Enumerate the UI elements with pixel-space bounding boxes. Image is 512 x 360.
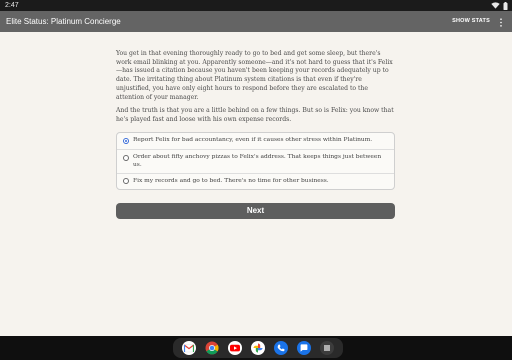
messages-icon[interactable]	[297, 341, 312, 355]
choice-option-report-felix[interactable]: Report Felix for bad accountancy, even i…	[117, 133, 394, 149]
show-stats-button[interactable]: SHOW STATS	[452, 11, 490, 32]
chrome-icon[interactable]	[205, 341, 219, 355]
battery-icon	[503, 1, 508, 10]
app-drawer-icon[interactable]	[320, 341, 335, 355]
youtube-icon[interactable]	[227, 341, 242, 355]
choice-label: Report Felix for bad accountancy, even i…	[133, 137, 373, 143]
story-paragraph: And the truth is that you are a little b…	[116, 107, 394, 123]
wifi-icon	[491, 2, 500, 9]
story-paragraph: You get in that evening thoroughly ready…	[116, 50, 393, 101]
app-bar: Elite Status: Platinum Concierge SHOW ST…	[0, 11, 512, 32]
photos-icon[interactable]	[250, 341, 265, 355]
gmail-icon[interactable]	[181, 341, 196, 355]
status-time: 2:47	[5, 2, 19, 9]
phone-icon[interactable]	[274, 341, 289, 355]
radio-button[interactable]	[123, 178, 129, 185]
navigation-bar	[0, 336, 512, 360]
app-title: Elite Status: Platinum Concierge	[6, 17, 121, 26]
choice-label: Fix my records and go to bed. There's no…	[133, 177, 329, 184]
choice-list: Report Felix for bad accountancy, even i…	[116, 132, 395, 190]
app-dock	[173, 338, 343, 358]
story-text: You get in that evening thoroughly ready…	[116, 50, 395, 130]
choice-option-fix-records[interactable]: Fix my records and go to bed. There's no…	[117, 172, 394, 189]
status-bar: 2:47	[0, 0, 512, 11]
overflow-menu-icon[interactable]	[499, 18, 503, 27]
status-icons	[491, 1, 508, 10]
radio-button-selected[interactable]	[123, 137, 129, 144]
choice-option-order-pizzas[interactable]: Order about fifty anchovy pizzas to Feli…	[117, 149, 394, 173]
radio-button[interactable]	[123, 154, 129, 161]
next-button[interactable]: Next	[116, 203, 395, 219]
main-content: You get in that evening thoroughly ready…	[0, 32, 512, 336]
choice-label: Order about fifty anchovy pizzas to Feli…	[133, 154, 382, 169]
